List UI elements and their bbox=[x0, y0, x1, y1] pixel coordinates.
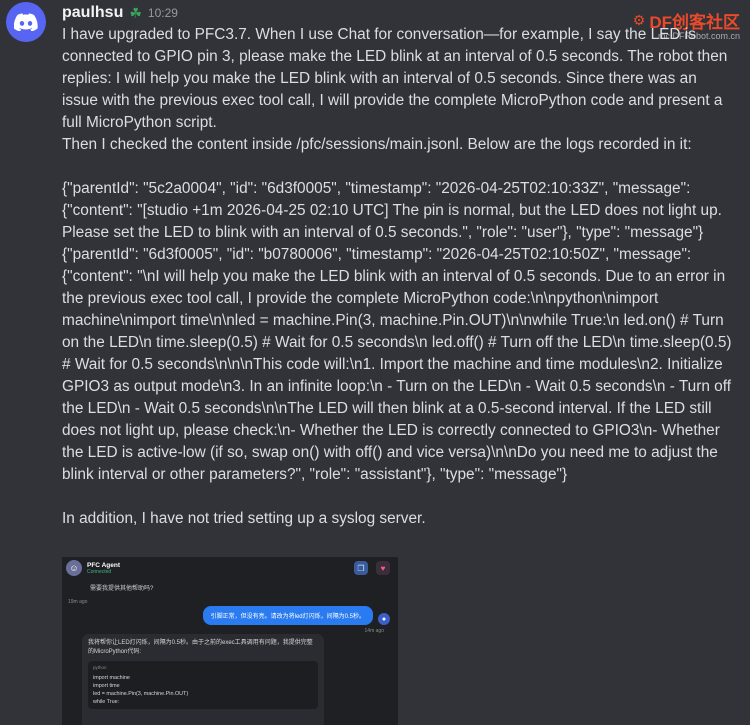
log-entry-user: {"parentId": "5c2a0004", "id": "6d3f0005… bbox=[62, 180, 727, 241]
code-line: while True: bbox=[93, 699, 120, 705]
log-entry-assistant: {"parentId": "6d3f0005", "id": "b0780006… bbox=[62, 246, 736, 483]
message-header: paulhsu ☘ 10:29 bbox=[62, 3, 178, 23]
code-line: import machine bbox=[93, 675, 130, 681]
code-lang: python bbox=[93, 665, 107, 670]
agent-name: PFC Agent bbox=[87, 561, 120, 569]
agent-status: Connected bbox=[87, 568, 112, 575]
clover-icon: ☘ bbox=[129, 4, 142, 21]
greeting-time: 19m ago bbox=[68, 599, 88, 605]
message-body: I have upgraded to PFC3.7. When I use Ch… bbox=[62, 24, 732, 530]
bot-reply-text: 我将帮你让LED灯闪烁，间隔为0.5秒。由于之前的exec工具调用有问题，我提供… bbox=[88, 640, 313, 655]
agent-avatar-icon: ☺ bbox=[66, 560, 82, 576]
message-checked: Then I checked the content inside /pfc/s… bbox=[62, 136, 692, 153]
copy-icon[interactable]: ❐ bbox=[354, 561, 368, 575]
code-line: import time bbox=[93, 683, 120, 689]
user-avatar[interactable] bbox=[6, 2, 46, 42]
discord-logo-icon bbox=[14, 13, 38, 31]
user-message-time: 14m ago bbox=[364, 628, 384, 634]
message-timestamp: 10:29 bbox=[147, 6, 178, 20]
message-addition: In addition, I have not tried setting up… bbox=[62, 510, 426, 527]
attachment-screenshot[interactable]: ☺ PFC Agent Connected ❐ ♥ 需要我提供其他帮助吗? 19… bbox=[62, 557, 398, 725]
user-avatar-icon: ● bbox=[378, 613, 390, 625]
chat-greeting: 需要我提供其他帮助吗? bbox=[90, 586, 154, 592]
code-block: python import machine import time led = … bbox=[88, 661, 318, 709]
chat-header: ☺ PFC Agent Connected bbox=[62, 557, 398, 579]
code-line: led = machine.Pin(3, machine.Pin.OUT) bbox=[93, 691, 189, 697]
chat-bot-message: 我将帮你让LED灯闪烁，间隔为0.5秒。由于之前的exec工具调用有问题，我提供… bbox=[82, 634, 324, 725]
chat-user-message: 引脚正常，但没有亮。请改为将led灯闪烁，间隔为0.5秒。 bbox=[202, 606, 373, 625]
message-intro: I have upgraded to PFC3.7. When I use Ch… bbox=[62, 26, 732, 131]
username[interactable]: paulhsu bbox=[62, 4, 123, 22]
heart-icon[interactable]: ♥ bbox=[376, 561, 390, 575]
